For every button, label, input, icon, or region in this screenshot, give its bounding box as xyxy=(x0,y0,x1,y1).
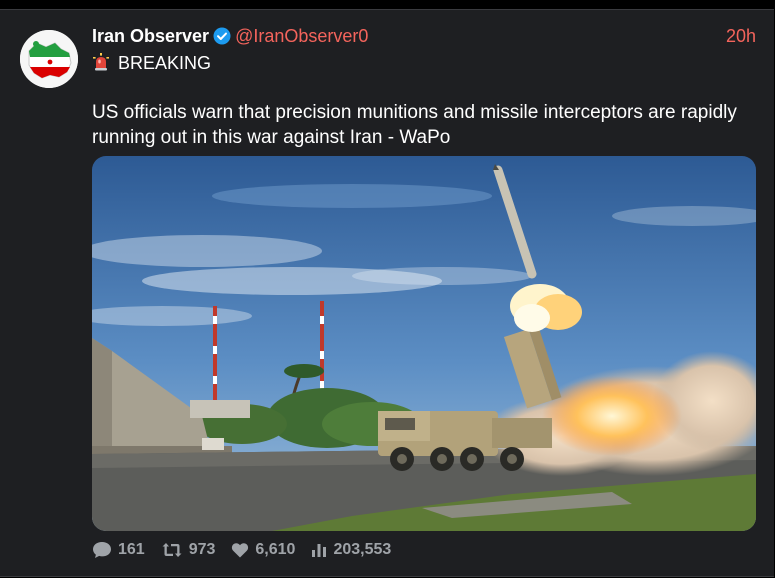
breaking-line: BREAKING xyxy=(92,53,211,76)
reply-count: 161 xyxy=(118,541,145,558)
reply-button[interactable]: 161 xyxy=(92,541,145,559)
view-count: 203,553 xyxy=(333,541,392,558)
reply-icon xyxy=(93,542,111,558)
siren-icon xyxy=(92,53,110,76)
avatar[interactable] xyxy=(20,30,78,88)
like-count: 6,610 xyxy=(255,541,296,558)
tweet-card[interactable]: Iran Observer @IranObserver0 20h BREAKING… xyxy=(0,9,774,577)
tweet-text: US officials warn that precision munitio… xyxy=(92,102,737,148)
like-button[interactable]: 6,610 xyxy=(231,541,295,559)
engagement-bar: 161 973 6,610 203,553 xyxy=(92,538,407,562)
iran-map-avatar-image xyxy=(20,30,78,88)
views-button[interactable]: 203,553 xyxy=(311,541,391,559)
breaking-label: BREAKING xyxy=(118,53,212,73)
repost-button[interactable]: 973 xyxy=(161,541,216,559)
tweet-header: Iran Observer @IranObserver0 20h xyxy=(92,26,756,50)
timestamp[interactable]: 20h xyxy=(726,26,756,47)
missile-launch-photo xyxy=(92,156,756,531)
tweet-media-photo[interactable] xyxy=(92,156,756,531)
repost-icon xyxy=(162,543,182,557)
verified-badge-icon xyxy=(213,27,231,50)
user-handle[interactable]: @IranObserver0 xyxy=(235,26,368,46)
display-name[interactable]: Iran Observer xyxy=(92,26,209,46)
like-icon xyxy=(232,543,249,558)
views-icon xyxy=(312,544,327,557)
repost-count: 973 xyxy=(188,541,216,558)
